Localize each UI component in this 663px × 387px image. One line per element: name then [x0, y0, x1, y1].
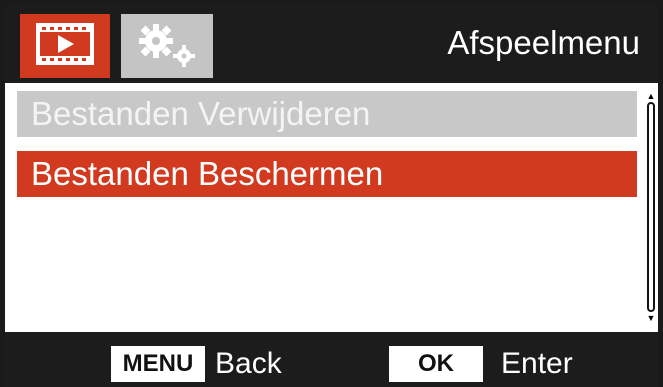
tab-settings[interactable] — [121, 14, 213, 78]
camera-screen: Afspeelmenu Bestanden Verwijderen Bestan… — [0, 0, 663, 387]
scrollbar[interactable]: ▲ ▼ — [646, 91, 656, 323]
menu-item-protect-files[interactable]: Bestanden Beschermen — [17, 151, 637, 197]
page-title: Afspeelmenu — [447, 24, 640, 61]
header-bar: Afspeelmenu — [5, 5, 658, 83]
menu-key-button[interactable]: MENU — [111, 346, 205, 382]
gears-icon — [132, 19, 202, 74]
play-icon — [36, 22, 94, 70]
ok-key-button[interactable]: OK — [389, 346, 483, 382]
scroll-up-arrow-icon: ▲ — [646, 91, 656, 101]
scroll-track[interactable] — [647, 102, 655, 312]
enter-label: Enter — [501, 347, 573, 380]
scroll-down-arrow-icon: ▼ — [646, 313, 656, 323]
footer-bar: MENU Back OK Enter — [5, 332, 658, 387]
menu-item-delete-files[interactable]: Bestanden Verwijderen — [17, 91, 637, 137]
tab-playback[interactable] — [20, 14, 110, 78]
back-label: Back — [215, 347, 282, 380]
menu-list: Bestanden Verwijderen Bestanden Bescherm… — [17, 91, 637, 211]
